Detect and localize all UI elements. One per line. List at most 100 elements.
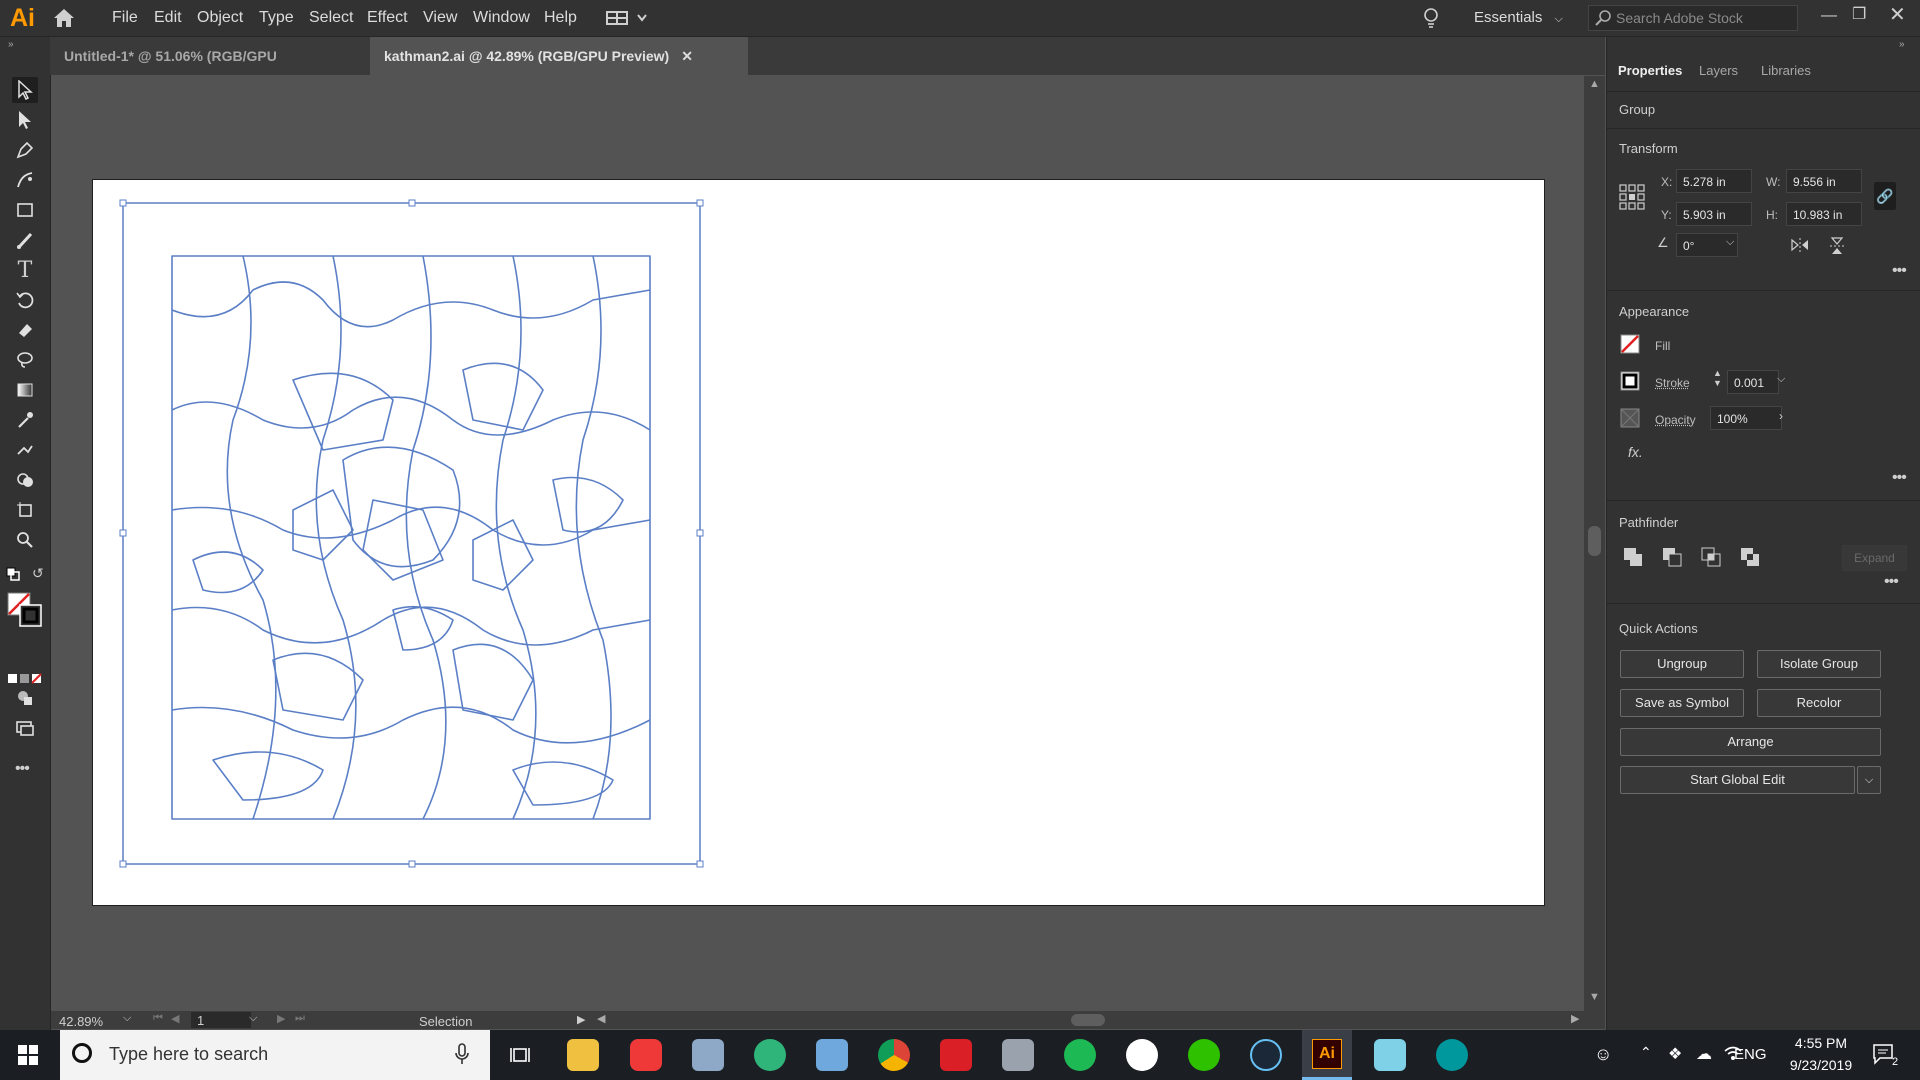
flip-vertical-icon[interactable]: [1829, 236, 1845, 256]
map-streets[interactable]: [172, 256, 650, 819]
type-tool-icon[interactable]: T: [12, 257, 38, 283]
rectangle-tool-icon[interactable]: [12, 197, 38, 223]
opacity-label[interactable]: Opacity: [1655, 413, 1696, 427]
shape-builder-tool-icon[interactable]: [12, 467, 38, 493]
flip-horizontal-icon[interactable]: [1790, 237, 1810, 253]
opacity-expand-icon[interactable]: ›: [1779, 409, 1783, 423]
tab-libraries[interactable]: Libraries: [1761, 37, 1811, 105]
artboard-nav-first-icon[interactable]: ⏮: [153, 1012, 163, 1025]
notes-app-icon[interactable]: [1374, 1039, 1406, 1071]
pathfinder-more-icon[interactable]: •••: [1884, 573, 1898, 591]
collapse-toolbar-icon[interactable]: »: [8, 39, 14, 50]
arduino-icon[interactable]: [1436, 1039, 1468, 1071]
file-explorer-icon[interactable]: [567, 1039, 599, 1071]
stroke-label[interactable]: Stroke: [1655, 376, 1690, 390]
slack-icon[interactable]: [1126, 1039, 1158, 1071]
minimize-icon[interactable]: —: [1821, 7, 1837, 25]
current-tool-status[interactable]: Selection: [419, 1014, 472, 1029]
pen-tool-icon[interactable]: [12, 137, 38, 163]
transform-more-icon[interactable]: •••: [1892, 262, 1906, 280]
show-hidden-icons-icon[interactable]: ⌃: [1640, 1044, 1652, 1061]
stock-search-box[interactable]: Search Adobe Stock: [1588, 5, 1798, 31]
appearance-more-icon[interactable]: •••: [1892, 469, 1906, 487]
recolor-button[interactable]: Recolor: [1757, 689, 1881, 717]
scroll-up-icon[interactable]: ▲: [1589, 78, 1600, 90]
artboard-dropdown-icon[interactable]: ⌵: [249, 1012, 257, 1025]
reference-point-icon[interactable]: [1619, 184, 1645, 210]
scroll-left-icon[interactable]: ◀: [597, 1012, 605, 1025]
lasso-tool-icon[interactable]: [12, 347, 38, 373]
menu-file[interactable]: File: [112, 0, 138, 36]
arrange-button[interactable]: Arrange: [1620, 728, 1881, 756]
status-menu-icon[interactable]: ▶: [577, 1013, 585, 1026]
vertical-scrollbar[interactable]: ▲ ▼: [1584, 76, 1605, 1011]
drawing-modes-icon[interactable]: [12, 685, 38, 711]
swap-colors-icon[interactable]: ↺: [32, 565, 44, 582]
eyedropper-tool-icon[interactable]: [12, 407, 38, 433]
exclude-icon[interactable]: [1740, 547, 1760, 567]
stroke-swatch-icon[interactable]: [1620, 371, 1640, 391]
map-artwork[interactable]: [93, 180, 1544, 905]
artboard-nav-last-icon[interactable]: ⏭: [295, 1012, 305, 1025]
people-icon[interactable]: ☺: [1594, 1044, 1612, 1065]
close-tab-icon[interactable]: ✕: [681, 48, 693, 64]
tab-kathman2[interactable]: kathman2.ai @ 42.89% (RGB/GPU Preview) ✕: [370, 37, 748, 75]
vivaldi-icon[interactable]: [630, 1039, 662, 1071]
menu-window[interactable]: Window: [473, 0, 530, 36]
vertical-scroll-thumb[interactable]: [1588, 526, 1601, 556]
fill-stroke-swatch[interactable]: [7, 592, 43, 628]
artboard-tool-icon[interactable]: [12, 497, 38, 523]
photos-app-icon[interactable]: [692, 1039, 724, 1071]
artboard-nav-prev-icon[interactable]: ◀: [171, 1012, 179, 1025]
scroll-right-icon[interactable]: ▶: [1571, 1012, 1579, 1025]
h-field[interactable]: 10.983 in: [1786, 202, 1862, 226]
spotify-icon[interactable]: [1064, 1039, 1096, 1071]
collapse-panel-icon[interactable]: »: [1899, 39, 1905, 50]
global-edit-options-icon[interactable]: ⌵: [1857, 766, 1881, 794]
close-window-icon[interactable]: ✕: [1889, 2, 1906, 27]
stroke-weight-field[interactable]: 0.001: [1727, 370, 1779, 394]
default-colors-icon[interactable]: [6, 567, 20, 581]
menu-edit[interactable]: Edit: [154, 0, 182, 36]
input-language[interactable]: ENG: [1734, 1046, 1767, 1063]
scroll-down-icon[interactable]: ▼: [1589, 991, 1600, 1003]
opacity-field[interactable]: 100%: [1710, 406, 1782, 430]
effects-icon[interactable]: fx.: [1628, 444, 1643, 460]
tab-untitled-1[interactable]: Untitled-1* @ 51.06% (RGB/GPU Preview)✕: [50, 37, 366, 75]
restore-icon[interactable]: ❐: [1852, 4, 1866, 24]
blend-tool-icon[interactable]: [12, 437, 38, 463]
start-global-edit-button[interactable]: Start Global Edit: [1620, 766, 1855, 794]
screen-mode-icon[interactable]: [12, 715, 38, 741]
eraser-tool-icon[interactable]: [12, 317, 38, 343]
atom-icon[interactable]: [754, 1039, 786, 1071]
menu-type[interactable]: Type: [259, 0, 294, 36]
selection-tool-icon[interactable]: [12, 77, 38, 103]
dropbox-icon[interactable]: ❖: [1668, 1044, 1682, 1064]
workspace-switcher[interactable]: Essentials ⌵: [1474, 0, 1563, 36]
ungroup-button[interactable]: Ungroup: [1620, 650, 1744, 678]
rotate-tool-icon[interactable]: [12, 287, 38, 313]
save-as-symbol-button[interactable]: Save as Symbol: [1620, 689, 1744, 717]
zoom-tool-icon[interactable]: [12, 527, 38, 553]
horizontal-scroll-thumb[interactable]: [1071, 1014, 1105, 1026]
arrange-documents-icon[interactable]: [606, 10, 650, 26]
menu-help[interactable]: Help: [544, 0, 577, 36]
stroke-stepper-icon[interactable]: ▲ ▼: [1713, 368, 1722, 388]
artboard-nav-next-icon[interactable]: ▶: [277, 1012, 285, 1025]
tab-layers[interactable]: Layers: [1699, 37, 1738, 105]
stroke-dropdown-icon[interactable]: ⌵: [1777, 373, 1785, 386]
paintbrush-tool-icon[interactable]: [12, 227, 38, 253]
fill-label[interactable]: Fill: [1655, 339, 1670, 353]
menu-select[interactable]: Select: [309, 0, 353, 36]
x-field[interactable]: 5.278 in: [1676, 169, 1752, 193]
onedrive-icon[interactable]: ☁: [1696, 1044, 1712, 1064]
microphone-icon[interactable]: [455, 1043, 469, 1065]
image-viewer-icon[interactable]: [816, 1039, 848, 1071]
tab-properties[interactable]: Properties: [1618, 37, 1682, 105]
clock-date[interactable]: 9/23/2019: [1776, 1057, 1866, 1073]
expand-button[interactable]: Expand: [1842, 545, 1907, 571]
wechat-icon[interactable]: [1188, 1039, 1220, 1071]
edit-toolbar-icon[interactable]: •••: [15, 760, 29, 778]
virtual-machine-icon[interactable]: [1002, 1039, 1034, 1071]
color-mode-icons[interactable]: [7, 672, 43, 684]
